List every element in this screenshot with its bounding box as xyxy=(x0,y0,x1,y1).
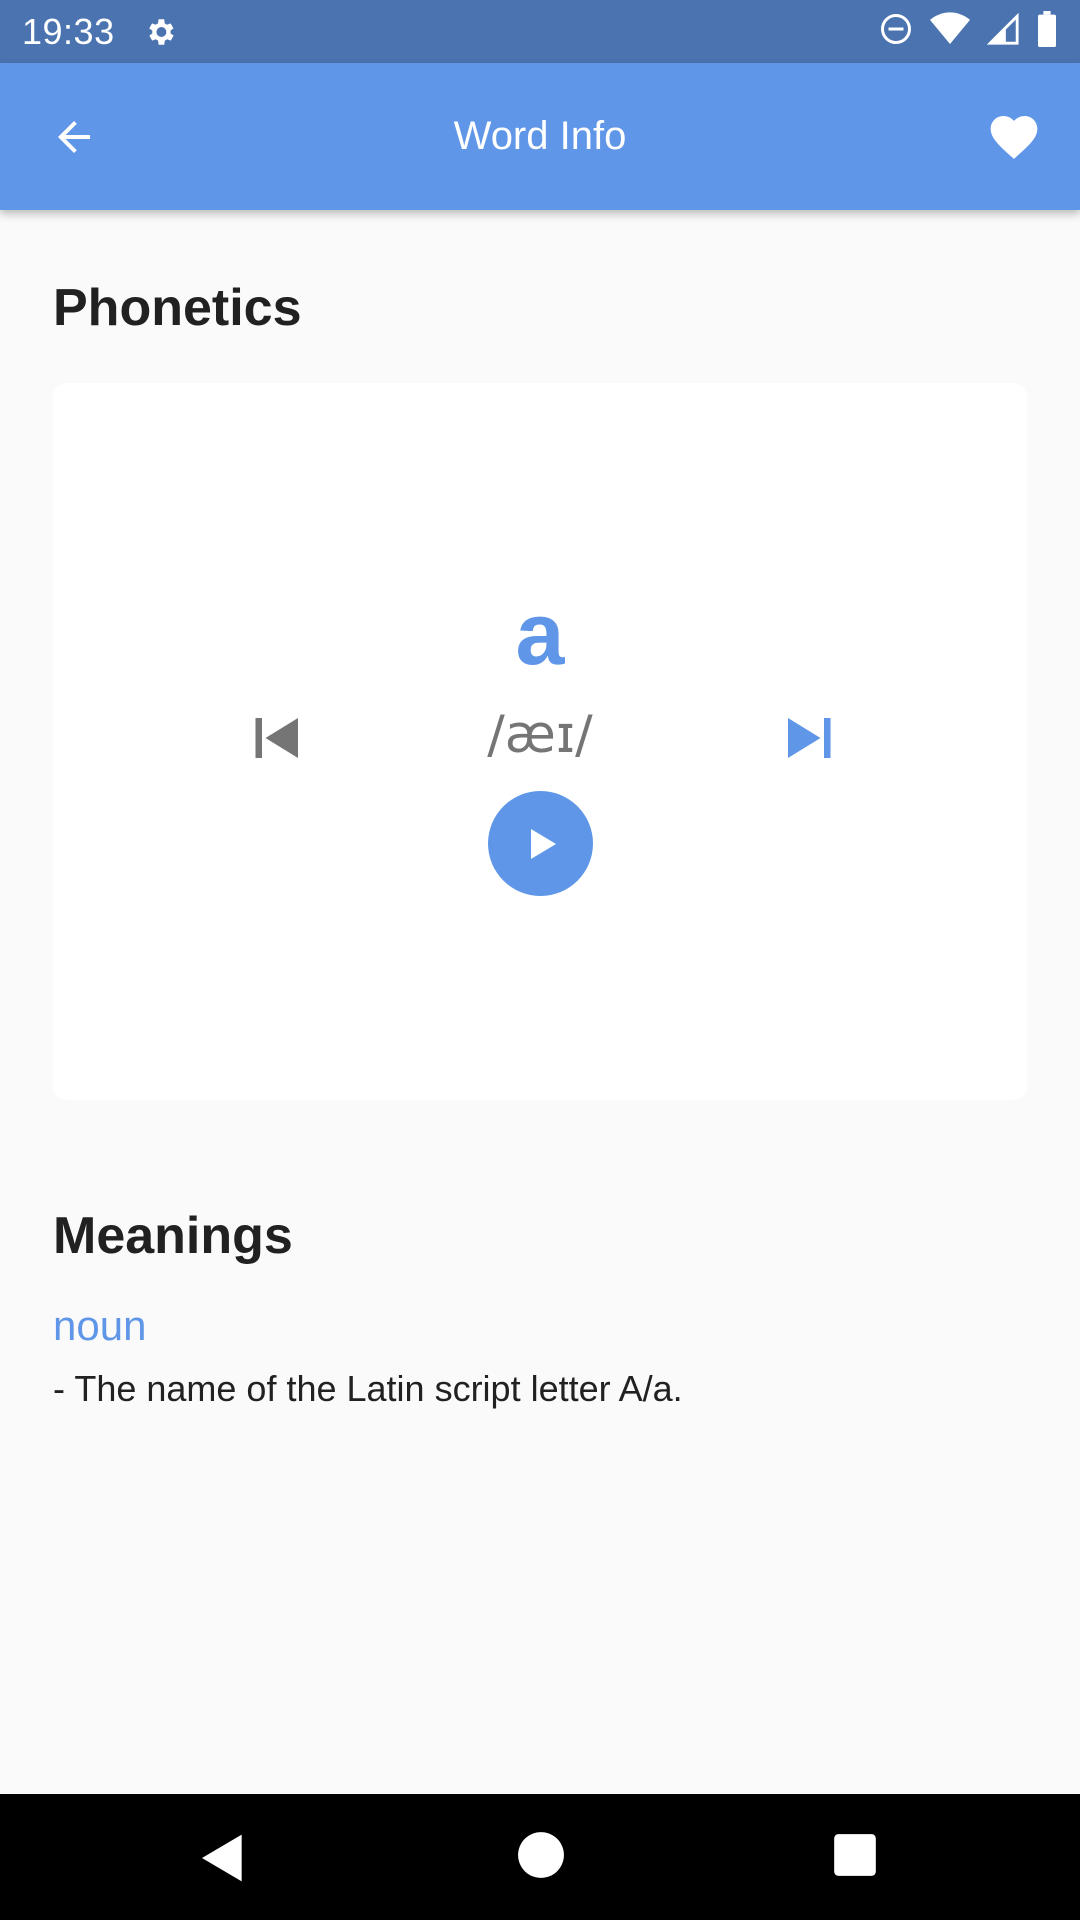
play-icon xyxy=(530,828,556,859)
wifi-icon xyxy=(930,11,970,52)
nav-back-icon[interactable] xyxy=(195,1830,251,1886)
next-phonetic-button[interactable] xyxy=(773,703,843,773)
system-nav-bar xyxy=(0,1794,1080,1920)
heart-icon xyxy=(990,116,1038,159)
status-icons xyxy=(878,11,1058,52)
previous-phonetic-button[interactable] xyxy=(243,703,313,773)
phonetic-transcription: /æɪ/ xyxy=(487,705,593,765)
play-audio-button[interactable] xyxy=(488,791,593,896)
meanings-heading: Meanings xyxy=(53,1207,293,1265)
app-bar: Word Info xyxy=(0,63,1080,210)
skip-next-icon xyxy=(788,718,831,758)
favorite-button[interactable] xyxy=(976,99,1052,175)
signal-icon xyxy=(986,12,1020,51)
nav-recents-icon[interactable] xyxy=(830,1830,880,1880)
definition-text: - The name of the Latin script letter A/… xyxy=(53,1368,683,1409)
phonetics-heading: Phonetics xyxy=(53,279,302,337)
dnd-icon xyxy=(878,11,914,52)
status-bar: 19:33 xyxy=(0,0,1080,63)
page-title: Word Info xyxy=(453,114,627,158)
word-text: a xyxy=(515,584,565,683)
status-time: 19:33 xyxy=(22,10,115,52)
gear-icon xyxy=(143,15,177,49)
skip-previous-icon xyxy=(255,718,298,758)
battery-icon xyxy=(1036,11,1058,52)
nav-home-icon[interactable] xyxy=(516,1830,566,1880)
part-of-speech: noun xyxy=(53,1302,147,1349)
phonetics-card: a /æɪ/ xyxy=(53,383,1027,1100)
